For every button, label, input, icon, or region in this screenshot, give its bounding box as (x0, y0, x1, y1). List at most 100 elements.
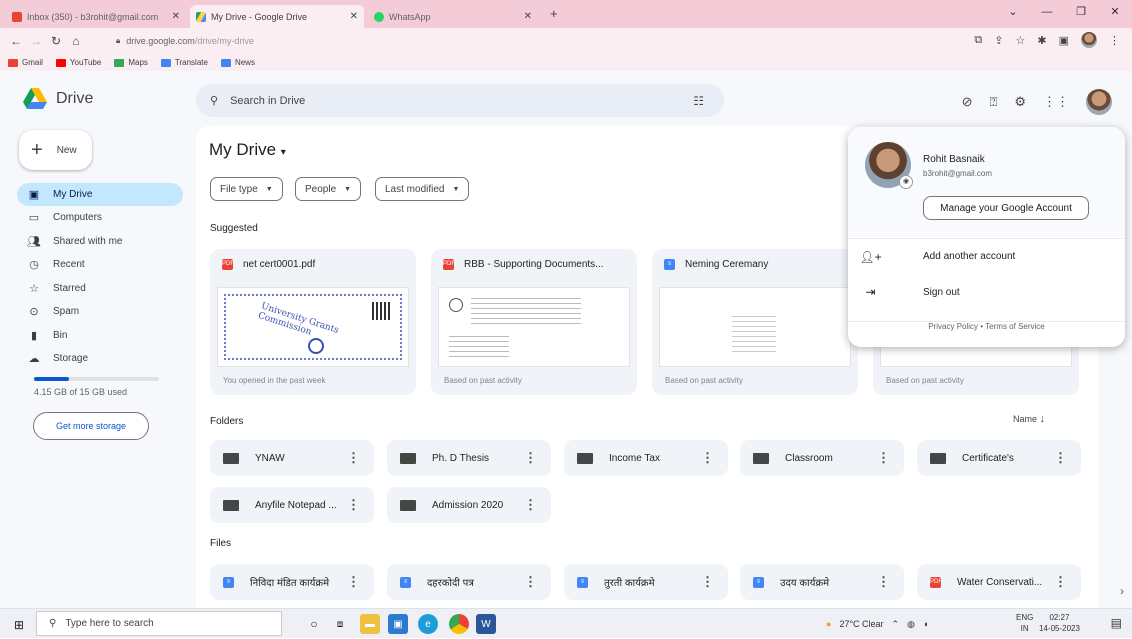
minimize-button[interactable]: — (1030, 0, 1064, 28)
search-options-icon[interactable]: ☷ (693, 94, 704, 108)
sign-out-button[interactable]: ⇥ Sign out (848, 274, 1125, 310)
taskbar-search-input[interactable]: Type here to search (65, 618, 153, 629)
more-options-icon[interactable]: ⋮ (877, 450, 890, 466)
sort-by-name-button[interactable]: Name ↓ (1013, 413, 1045, 425)
language-indicator[interactable]: ENG IN (1016, 612, 1033, 634)
bookmark-star-icon[interactable]: ☆ (1016, 34, 1026, 47)
tab-search-icon[interactable]: ⌄ (996, 0, 1030, 28)
tab-drive[interactable]: My Drive - Google Drive ✕ (190, 5, 364, 28)
more-options-icon[interactable]: ⋮ (1054, 574, 1067, 590)
network-icon[interactable]: ◍ (907, 619, 915, 630)
bookmark-translate[interactable]: Translate (160, 58, 208, 67)
volume-icon[interactable]: ◖ (923, 619, 928, 629)
weather-text[interactable]: 27°C Clear (839, 619, 883, 629)
more-options-icon[interactable]: ⋮ (701, 574, 714, 590)
taskbar-search-box[interactable]: ⚲ Type here to search (36, 611, 282, 636)
sidebar-item-my-drive[interactable]: ▣ My Drive (17, 183, 183, 206)
cortana-icon[interactable]: ○ (304, 614, 324, 634)
file-item[interactable]: ≡ तुरती कार्यक्रमे ⋮ (564, 564, 728, 600)
page-title[interactable]: My Drive ▾ (209, 140, 286, 160)
suggested-card[interactable]: ≡ Neming Ceremany Based on past activity (652, 249, 858, 395)
edge-icon[interactable]: e (418, 614, 438, 634)
tray-chevron-icon[interactable]: ⌃ (892, 619, 900, 630)
file-explorer-icon[interactable]: ▬ (360, 614, 380, 634)
search-icon[interactable]: ⚲ (210, 94, 218, 107)
new-tab-button[interactable]: + (550, 6, 558, 21)
help-icon[interactable]: ⍰ (990, 94, 998, 110)
address-bar[interactable]: 🔒︎ drive.google.com/drive/my-drive (104, 30, 969, 52)
apps-grid-icon[interactable]: ⋮⋮ (1043, 94, 1069, 110)
sidebar-item-recent[interactable]: ◷ Recent (17, 253, 183, 276)
bookmark-maps[interactable]: Maps (114, 58, 148, 67)
more-options-icon[interactable]: ⋮ (877, 574, 890, 590)
get-more-storage-button[interactable]: Get more storage (33, 412, 149, 440)
folder-item[interactable]: Classroom ⋮ (740, 440, 904, 476)
home-icon[interactable]: ⌂ (66, 34, 86, 48)
suggested-card[interactable]: PDF net cert0001.pdf University Grants Co… (210, 249, 416, 395)
manage-account-button[interactable]: Manage your Google Account (923, 196, 1089, 220)
bookmark-gmail[interactable]: Gmail (8, 58, 43, 67)
sidepanel-icon[interactable]: ▣ (1059, 34, 1069, 47)
add-account-button[interactable]: 👤︎+ Add another account (848, 238, 1125, 274)
profile-avatar-icon[interactable] (1081, 32, 1097, 48)
share-icon[interactable]: ⇪ (994, 34, 1003, 47)
install-icon[interactable]: ⧉ (974, 34, 982, 47)
chrome-icon[interactable] (449, 614, 469, 634)
folder-item[interactable]: YNAW ⋮ (210, 440, 374, 476)
sidebar-item-spam[interactable]: ⊙ Spam (17, 300, 183, 323)
windows-start-icon[interactable]: ⊞ (14, 618, 24, 632)
reload-icon[interactable]: ↻ (46, 34, 66, 48)
suggested-card[interactable]: PDF RBB - Supporting Documents... Based o… (431, 249, 637, 395)
chrome-menu-icon[interactable]: ⋮ (1109, 34, 1120, 47)
folder-item[interactable]: Income Tax ⋮ (564, 440, 728, 476)
close-tab-icon[interactable]: ✕ (524, 11, 532, 22)
folder-item[interactable]: Ph. D Thesis ⋮ (387, 440, 551, 476)
more-options-icon[interactable]: ⋮ (524, 574, 537, 590)
forward-icon[interactable]: → (26, 34, 46, 48)
new-button[interactable]: + New (19, 130, 92, 170)
folder-item[interactable]: Admission 2020 ⋮ (387, 487, 551, 523)
file-item[interactable]: ≡ दहरकोदी पत्र ⋮ (387, 564, 551, 600)
close-tab-icon[interactable]: ✕ (350, 11, 358, 22)
filter-last-modified[interactable]: Last modified ▼ (375, 177, 470, 201)
more-options-icon[interactable]: ⋮ (524, 450, 537, 466)
sidebar-item-computers[interactable]: ▭ Computers (17, 206, 183, 229)
more-options-icon[interactable]: ⋮ (524, 497, 537, 513)
close-window-button[interactable]: ✕ (1098, 0, 1132, 28)
more-options-icon[interactable]: ⋮ (347, 450, 360, 466)
back-icon[interactable]: ← (6, 34, 26, 48)
account-avatar[interactable] (1086, 89, 1112, 115)
extensions-icon[interactable]: ✱ (1037, 34, 1046, 47)
search-input[interactable]: Search in Drive (230, 95, 305, 107)
file-item[interactable]: ≡ उदय कार्यक्रमे ⋮ (740, 564, 904, 600)
bookmark-news[interactable]: News (220, 58, 255, 67)
tab-gmail[interactable]: Inbox (350) - b3rohit@gmail.com ✕ (6, 5, 186, 28)
maximize-button[interactable]: ❐ (1064, 0, 1098, 28)
camera-icon[interactable]: ◉ (899, 175, 913, 189)
sidebar-item-shared[interactable]: 👥︎ Shared with me (17, 230, 183, 253)
search-bar[interactable]: ⚲ Search in Drive ☷ (196, 84, 724, 117)
terms-of-service-link[interactable]: Terms of Service (985, 322, 1045, 331)
lock-icon[interactable]: 🔒︎ (116, 36, 120, 46)
tab-whatsapp[interactable]: WhatsApp ✕ (368, 5, 538, 28)
chevron-right-icon[interactable]: › (1120, 584, 1124, 598)
drive-logo[interactable]: Drive (23, 88, 93, 109)
more-options-icon[interactable]: ⋮ (347, 574, 360, 590)
filter-people[interactable]: People ▼ (295, 177, 362, 201)
privacy-policy-link[interactable]: Privacy Policy (928, 322, 978, 331)
close-tab-icon[interactable]: ✕ (172, 11, 180, 22)
bookmark-youtube[interactable]: YouTube (55, 58, 101, 67)
task-view-icon[interactable]: ⧈ (330, 614, 350, 634)
sidebar-item-starred[interactable]: ☆ Starred (17, 277, 183, 300)
offline-ready-icon[interactable]: ⊘ (962, 94, 973, 110)
word-icon[interactable]: W (476, 614, 496, 634)
store-icon[interactable]: ▣ (388, 614, 408, 634)
file-item[interactable]: ≡ निविदा मंडित कार्यक्रमे ⋮ (210, 564, 374, 600)
more-options-icon[interactable]: ⋮ (1054, 450, 1067, 466)
more-options-icon[interactable]: ⋮ (347, 497, 360, 513)
sidebar-item-storage[interactable]: ☁ Storage (17, 347, 183, 370)
filter-file-type[interactable]: File type ▼ (210, 177, 283, 201)
folder-item[interactable]: Certificate's ⋮ (917, 440, 1081, 476)
folder-item[interactable]: Anyfile Notepad ... ⋮ (210, 487, 374, 523)
taskbar-clock[interactable]: 02:27 14-05-2023 (1039, 612, 1080, 634)
